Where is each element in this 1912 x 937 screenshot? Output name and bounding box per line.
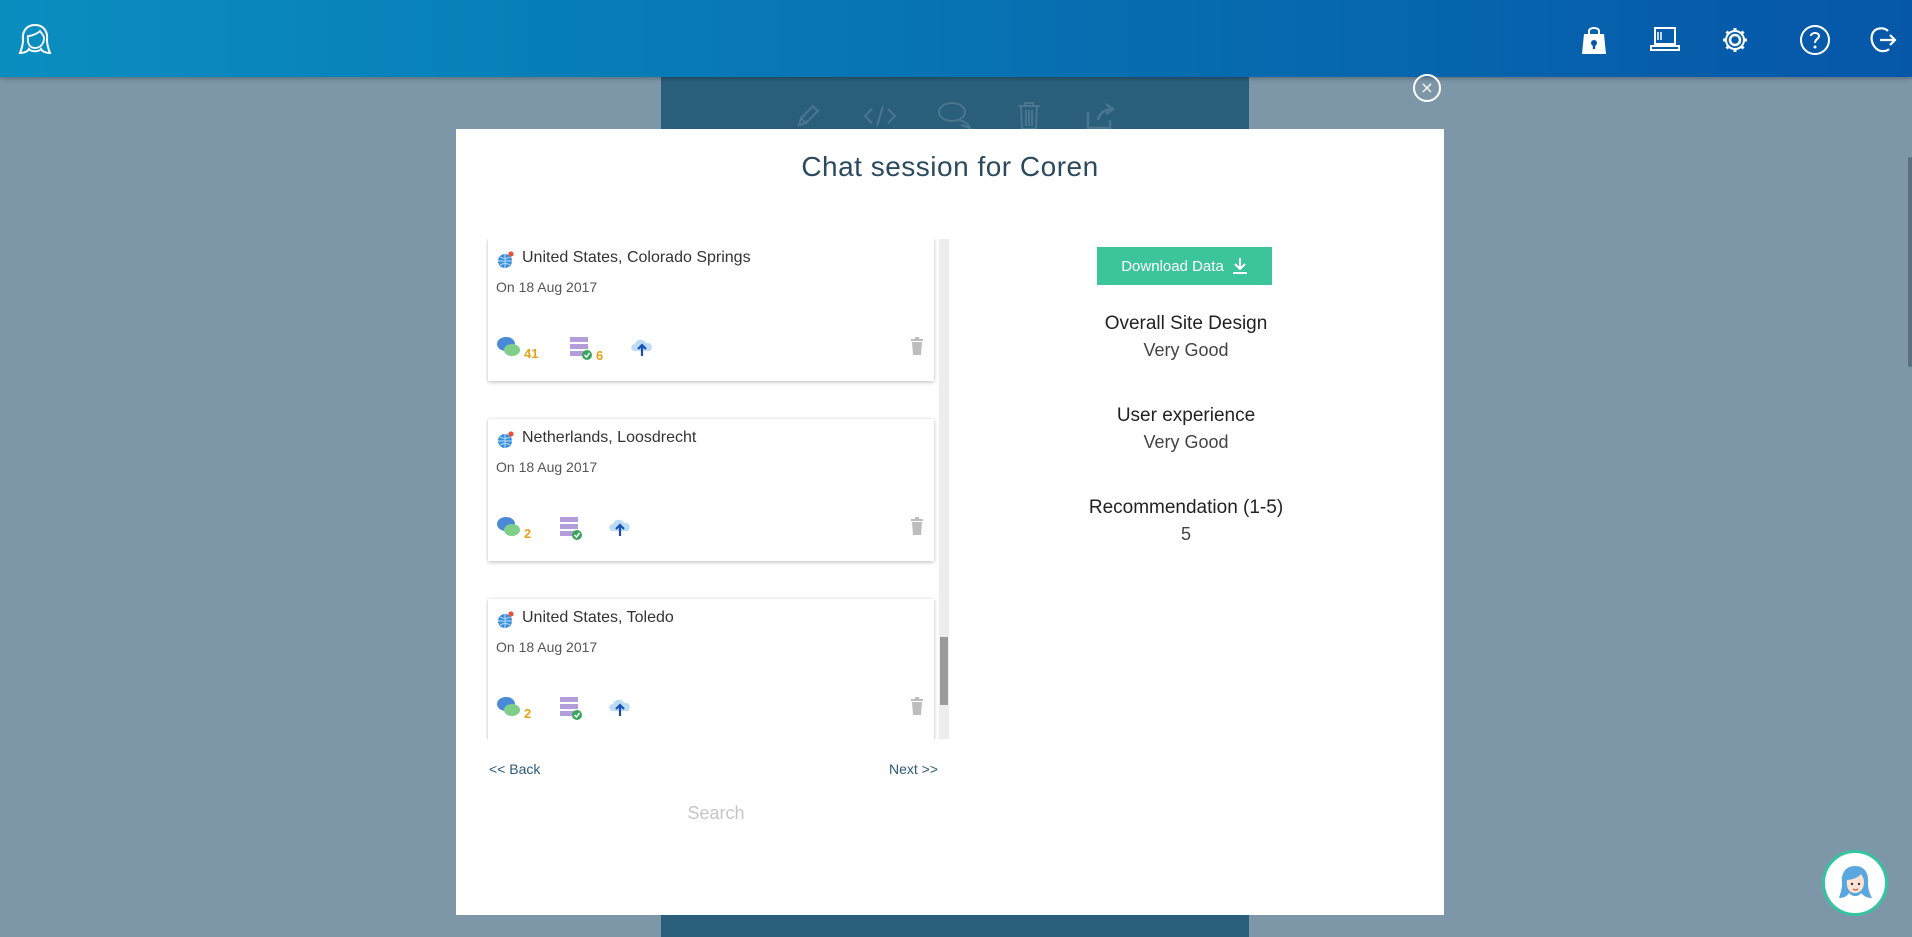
session-list-scrollbar-thumb[interactable] xyxy=(940,637,948,705)
delete-session-icon[interactable] xyxy=(910,697,924,715)
data-count: 6 xyxy=(596,348,604,363)
chat-bubbles-icon xyxy=(497,697,520,716)
cloud-upload-icon[interactable] xyxy=(607,695,633,719)
top-navbar xyxy=(0,0,1912,77)
logout-icon[interactable] xyxy=(1867,24,1899,56)
gear-icon[interactable] xyxy=(1719,24,1751,56)
chat-session-modal: Chat session for Coren United States, Co… xyxy=(456,129,1444,915)
page-scrollbar[interactable] xyxy=(1906,77,1912,937)
session-location: United States, Toledo xyxy=(522,609,674,626)
survey-answer: Recommendation (1-5) 5 xyxy=(1016,497,1356,545)
messages-count: 2 xyxy=(524,526,532,541)
answer-value: Very Good xyxy=(1143,432,1229,452)
question-label: Recommendation (1-5) xyxy=(1088,497,1284,518)
session-date: On 18 Aug 2017 xyxy=(496,639,598,655)
support-chat-avatar-icon[interactable] xyxy=(1822,850,1888,916)
cloud-upload-icon[interactable] xyxy=(607,515,633,539)
question-label: Overall Site Design xyxy=(1104,313,1268,334)
session-date: On 18 Aug 2017 xyxy=(496,279,598,295)
back-link[interactable]: << Back xyxy=(489,761,540,777)
messages-stat[interactable]: 2 xyxy=(496,695,532,721)
globe-icon xyxy=(497,251,515,269)
delete-session-icon[interactable] xyxy=(910,337,924,355)
cloud-upload-icon[interactable] xyxy=(629,335,655,359)
search-input[interactable] xyxy=(606,798,826,828)
download-data-label: Download Data xyxy=(1121,257,1224,275)
download-icon xyxy=(1232,258,1247,274)
chat-bubbles-icon xyxy=(497,517,520,536)
messages-stat[interactable]: 41 xyxy=(496,335,539,361)
session-card[interactable]: United States, Toledo On 18 Aug 2017 2 xyxy=(488,599,934,739)
answer-value: 5 xyxy=(1180,524,1191,544)
survey-answer: Overall Site Design Very Good xyxy=(1016,313,1356,361)
question-label: User experience xyxy=(1116,405,1256,426)
messages-count: 41 xyxy=(524,346,539,361)
shopping-bag-icon[interactable] xyxy=(1578,24,1610,56)
page-scrollbar-thumb[interactable] xyxy=(1908,157,1912,367)
messages-count: 2 xyxy=(524,706,532,721)
user-avatar-logo-icon[interactable] xyxy=(17,22,53,58)
data-stat[interactable] xyxy=(558,695,586,721)
session-card[interactable]: Netherlands, Loosdrecht On 18 Aug 2017 2 xyxy=(488,419,934,561)
data-stat[interactable]: 6 xyxy=(568,335,604,363)
session-date: On 18 Aug 2017 xyxy=(496,459,598,475)
session-location: United States, Colorado Springs xyxy=(522,249,751,266)
answer-value: Very Good xyxy=(1143,340,1229,360)
database-check-icon xyxy=(560,517,582,540)
survey-answer: User experience Very Good xyxy=(1016,405,1356,453)
messages-stat[interactable]: 2 xyxy=(496,515,532,541)
session-list[interactable]: United States, Colorado Springs On 18 Au… xyxy=(486,239,966,739)
session-card[interactable]: United States, Colorado Springs On 18 Au… xyxy=(488,239,934,381)
database-check-icon xyxy=(560,697,582,720)
session-location: Netherlands, Loosdrecht xyxy=(522,429,697,446)
modal-close-button[interactable]: × xyxy=(1413,74,1441,102)
devices-icon[interactable] xyxy=(1649,24,1681,56)
globe-icon xyxy=(497,611,515,629)
data-stat[interactable] xyxy=(558,515,586,541)
globe-icon xyxy=(497,431,515,449)
next-link[interactable]: Next >> xyxy=(889,761,938,777)
database-check-icon xyxy=(570,337,592,360)
modal-title: Chat session for Coren xyxy=(801,151,1099,182)
chat-bubbles-icon xyxy=(497,337,520,356)
delete-session-icon[interactable] xyxy=(910,517,924,535)
help-icon[interactable] xyxy=(1799,24,1831,56)
download-data-button[interactable]: Download Data xyxy=(1097,247,1272,285)
